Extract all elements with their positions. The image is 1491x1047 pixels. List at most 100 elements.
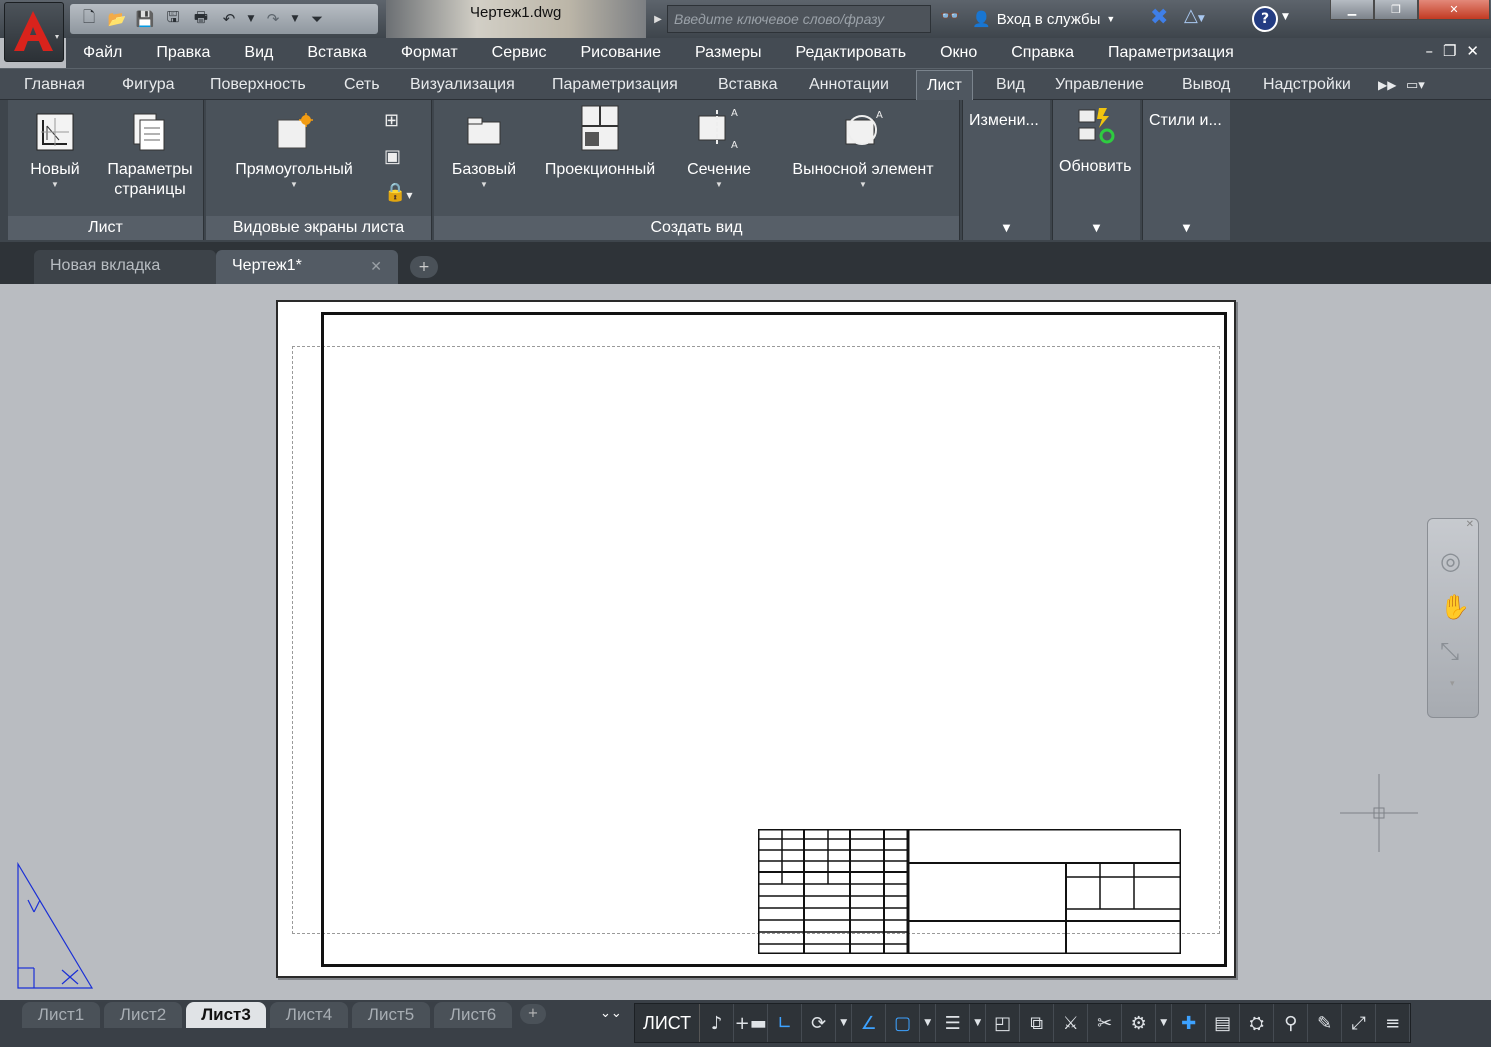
doc-minimize-icon[interactable]: – (1425, 42, 1433, 60)
exchange-icon[interactable]: ✖ (1150, 5, 1168, 30)
hardware-acceleration-icon[interactable]: ⛭ (1240, 1004, 1275, 1042)
annotation-monitor-icon[interactable]: ✎ (1308, 1004, 1343, 1042)
quick-properties-icon[interactable]: ▤ (1206, 1004, 1241, 1042)
tab-mesh[interactable]: Сеть (344, 70, 380, 100)
signin-button[interactable]: 👤 Вход в службы ▼ (972, 6, 1115, 32)
layout-tab-4[interactable]: Лист4 (270, 1002, 348, 1028)
navbar-close-icon[interactable]: ✕ (1466, 519, 1474, 530)
named-viewports-icon[interactable]: ⊞ (384, 110, 399, 131)
menu-format[interactable]: Формат (384, 44, 475, 62)
panel-styles[interactable]: Стили и... ▼ (1142, 100, 1230, 240)
detail-view-button[interactable]: A Выносной элемент ▼ (778, 108, 948, 190)
transparency-icon[interactable]: ◰ (986, 1004, 1021, 1042)
workspace-dropdown-icon[interactable]: ▼ (1156, 1004, 1173, 1042)
new-file-icon[interactable]: 🗋 (76, 7, 102, 31)
undo-dropdown-icon[interactable]: ▼ (244, 7, 258, 31)
annotation-visibility-icon[interactable]: ✂ (1088, 1004, 1123, 1042)
lock-viewport-icon[interactable]: 🔒▼ (384, 182, 413, 203)
menu-parametric[interactable]: Параметризация (1091, 44, 1251, 62)
layout-tab-5[interactable]: Лист5 (352, 1002, 430, 1028)
layout-tab-1[interactable]: Лист1 (22, 1002, 100, 1028)
steering-wheel-icon[interactable]: ◎ (1440, 547, 1461, 575)
fullscreen-icon[interactable]: ⤢ (1342, 1004, 1377, 1042)
polar-icon[interactable]: ⟳ (802, 1004, 837, 1042)
osnap-dropdown-icon[interactable]: ▼ (920, 1004, 937, 1042)
layout-tab-3[interactable]: Лист3 (186, 1002, 266, 1028)
isolate-objects-icon[interactable]: ⚲ (1274, 1004, 1309, 1042)
tab-manage[interactable]: Управление (1055, 70, 1144, 100)
close-icon[interactable]: ✕ (1418, 0, 1490, 20)
tab-surface[interactable]: Поверхность (210, 70, 306, 100)
tab-addins[interactable]: Надстройки (1263, 70, 1351, 100)
save-icon[interactable]: 💾 (132, 7, 158, 31)
base-view-button[interactable]: Базовый ▼ (446, 112, 522, 190)
tab-solid[interactable]: Фигура (122, 70, 175, 100)
lineweight-dropdown-icon[interactable]: ▼ (970, 1004, 987, 1042)
customize-qat-icon[interactable]: ⏷ (304, 7, 330, 31)
projected-view-button[interactable]: Проекционный (534, 104, 666, 180)
plus-icon[interactable]: ✚ (1172, 1004, 1207, 1042)
lineweight-icon[interactable]: ☰ (936, 1004, 971, 1042)
isodraft-icon[interactable]: ∠ (852, 1004, 887, 1042)
tab-parametric[interactable]: Параметризация (552, 70, 678, 100)
menu-edit[interactable]: Правка (139, 44, 227, 62)
search-input[interactable]: Введите ключевое слово/фразу (667, 5, 931, 33)
help-icon[interactable]: ? (1252, 6, 1278, 32)
undo-icon[interactable]: ↶ (216, 7, 242, 31)
selection-cycling-icon[interactable]: ⧉ (1020, 1004, 1055, 1042)
layout-tab-2[interactable]: Лист2 (104, 1002, 182, 1028)
new-layout-button[interactable]: Новый ▼ (22, 112, 88, 190)
menu-draw[interactable]: Рисование (563, 44, 678, 62)
gear-icon[interactable]: ⚙ (1122, 1004, 1157, 1042)
file-tab-new[interactable]: Новая вкладка (34, 250, 216, 284)
tab-render[interactable]: Визуализация (410, 70, 515, 100)
menu-modify[interactable]: Редактировать (779, 44, 924, 62)
snap-icon[interactable]: +▬ (734, 1004, 769, 1042)
minimize-icon[interactable]: ▁ (1330, 0, 1374, 20)
file-tab-drawing[interactable]: Чертеж1* ✕ (216, 250, 398, 284)
ribbon-minimize-icon[interactable]: ▭▾ (1406, 70, 1425, 100)
new-layout-plus-icon[interactable]: + (520, 1004, 546, 1024)
tab-view[interactable]: Вид (996, 70, 1025, 100)
model-paper-space-button[interactable]: ЛИСТ (635, 1004, 701, 1042)
new-tab-plus-icon[interactable]: + (410, 256, 438, 278)
tab-output[interactable]: Вывод (1182, 70, 1230, 100)
annotation-scale-icon[interactable]: ⚔ (1054, 1004, 1089, 1042)
ortho-icon[interactable]: ∟ (768, 1004, 803, 1042)
panel-modify-view[interactable]: Измени... ▼ (962, 100, 1050, 240)
menu-file[interactable]: Файл (66, 44, 139, 62)
save-as-icon[interactable]: 🖫 (160, 7, 186, 31)
a360-icon[interactable]: △▼ (1184, 5, 1205, 26)
open-icon[interactable]: 📂 (104, 7, 130, 31)
menu-insert[interactable]: Вставка (290, 44, 383, 62)
close-tab-icon[interactable]: ✕ (370, 250, 382, 282)
clip-viewport-icon[interactable]: ▣ (384, 146, 401, 167)
menu-icon[interactable]: ≡ (1376, 1004, 1411, 1042)
more-tabs-icon[interactable]: ▶▶ (1378, 70, 1396, 100)
pan-icon[interactable]: ✋ (1440, 593, 1470, 621)
menu-window[interactable]: Окно (923, 44, 994, 62)
tab-home[interactable]: Главная (24, 70, 85, 100)
menu-tools[interactable]: Сервис (475, 44, 564, 62)
zoom-icon[interactable]: ⤡ (1440, 637, 1459, 665)
doc-restore-icon[interactable]: ❐ (1443, 42, 1456, 60)
chevron-down-icon[interactable]: ▾ (1450, 679, 1455, 689)
rectangular-viewport-button[interactable]: Прямоугольный ▼ (220, 112, 368, 190)
tab-layout[interactable]: Лист (916, 70, 973, 100)
app-logo-icon[interactable] (4, 2, 64, 62)
page-setup-button[interactable]: Параметры страницы (100, 112, 200, 200)
menu-help[interactable]: Справка (994, 44, 1091, 62)
tab-insert[interactable]: Вставка (718, 70, 777, 100)
layout-tab-6[interactable]: Лист6 (434, 1002, 512, 1028)
binoculars-icon[interactable]: 👓 (936, 6, 964, 32)
section-view-button[interactable]: AA Сечение ▼ (678, 104, 760, 190)
maximize-icon[interactable]: ❐ (1374, 0, 1418, 20)
menu-dimension[interactable]: Размеры (678, 44, 779, 62)
grid-icon[interactable]: ♪ (700, 1004, 735, 1042)
redo-dropdown-icon[interactable]: ▼ (288, 7, 302, 31)
panel-update[interactable]: Обновить ▼ (1052, 100, 1140, 240)
print-icon[interactable]: 🖶 (188, 7, 214, 31)
drawing-canvas[interactable]: ✕ ◎ ✋ ⤡ ▾ (0, 284, 1491, 1000)
tab-annotate[interactable]: Аннотации (809, 70, 889, 100)
object-snap-icon[interactable]: ▢ (886, 1004, 921, 1042)
